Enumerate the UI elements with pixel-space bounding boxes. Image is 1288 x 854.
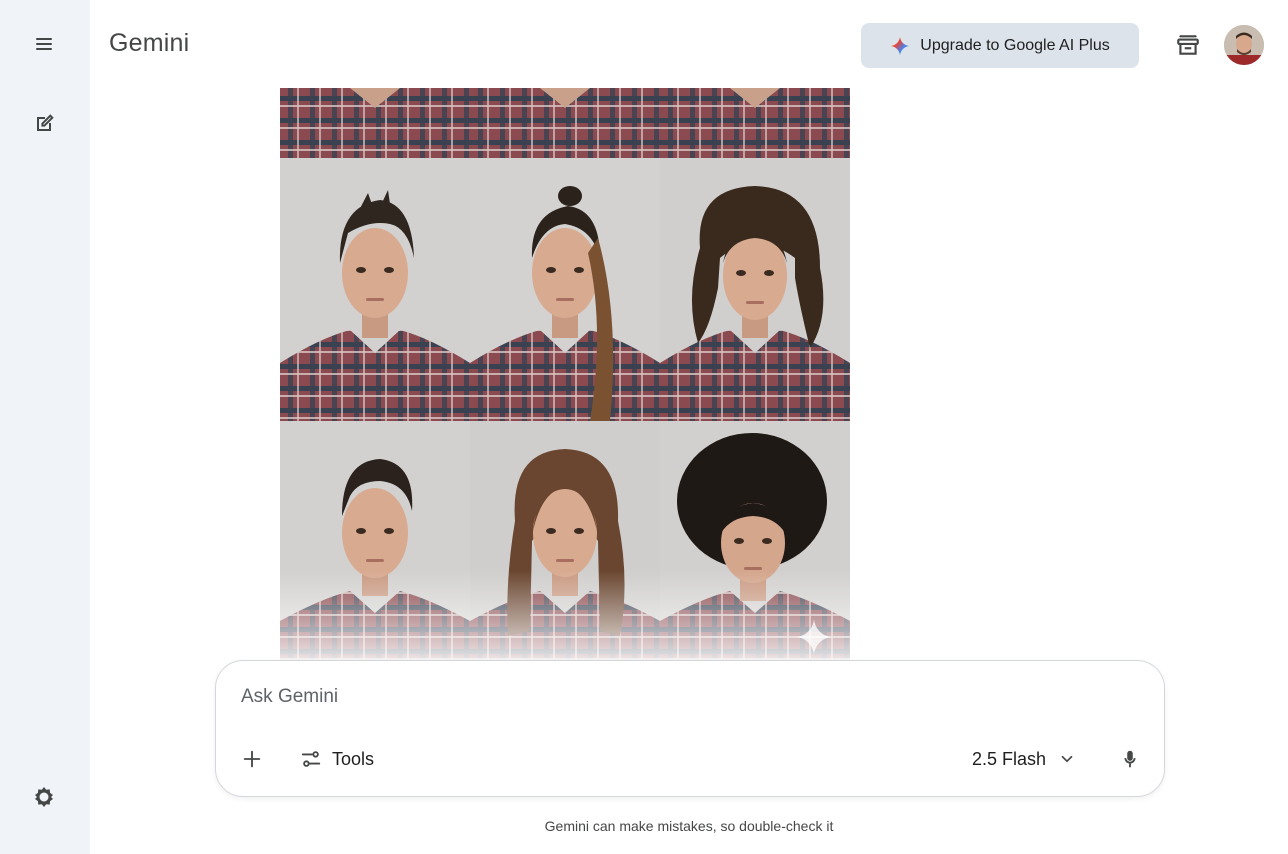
- settings-button[interactable]: [24, 777, 64, 817]
- new-chat-button[interactable]: [24, 104, 64, 144]
- menu-button[interactable]: [24, 24, 64, 64]
- gemini-sparkle-icon: [891, 36, 910, 55]
- sidebar-rail: [0, 0, 90, 854]
- archive-icon: [1177, 35, 1199, 55]
- model-selector[interactable]: 2.5 Flash: [964, 741, 1084, 777]
- image-cell-3[interactable]: [660, 88, 850, 158]
- image-cell-4[interactable]: [280, 158, 470, 421]
- generated-image-grid[interactable]: [280, 88, 850, 660]
- plus-icon: [243, 750, 261, 768]
- prompt-input[interactable]: [241, 683, 1121, 711]
- watermark-sparkle-icon: [796, 619, 832, 655]
- model-label: 2.5 Flash: [972, 748, 1047, 769]
- upgrade-button[interactable]: Upgrade to Google AI Plus: [861, 23, 1139, 68]
- settings-icon: [35, 787, 53, 807]
- tools-label: Tools: [332, 748, 375, 769]
- avatar[interactable]: [1224, 25, 1264, 65]
- app-title[interactable]: Gemini: [109, 29, 189, 58]
- tools-icon: [301, 751, 321, 767]
- menu-icon: [36, 38, 52, 50]
- upgrade-label: Upgrade to Google AI Plus: [920, 36, 1110, 54]
- add-attachment-button[interactable]: [234, 741, 270, 777]
- microphone-icon: [1124, 750, 1136, 768]
- image-fade-overlay: [280, 570, 850, 660]
- archive-button[interactable]: [1168, 25, 1208, 65]
- microphone-button[interactable]: [1112, 741, 1148, 777]
- new-chat-icon: [37, 114, 54, 131]
- image-cell-1[interactable]: [280, 88, 470, 158]
- tools-button[interactable]: Tools: [292, 741, 382, 777]
- chevron-down-icon: [1061, 755, 1073, 763]
- prompt-composer: Tools 2.5 Flash: [215, 660, 1165, 797]
- disclaimer-text: Gemini can make mistakes, so double-chec…: [544, 818, 834, 834]
- image-cell-5[interactable]: [470, 158, 660, 421]
- image-cell-2[interactable]: [470, 88, 660, 158]
- image-cell-6[interactable]: [660, 158, 850, 421]
